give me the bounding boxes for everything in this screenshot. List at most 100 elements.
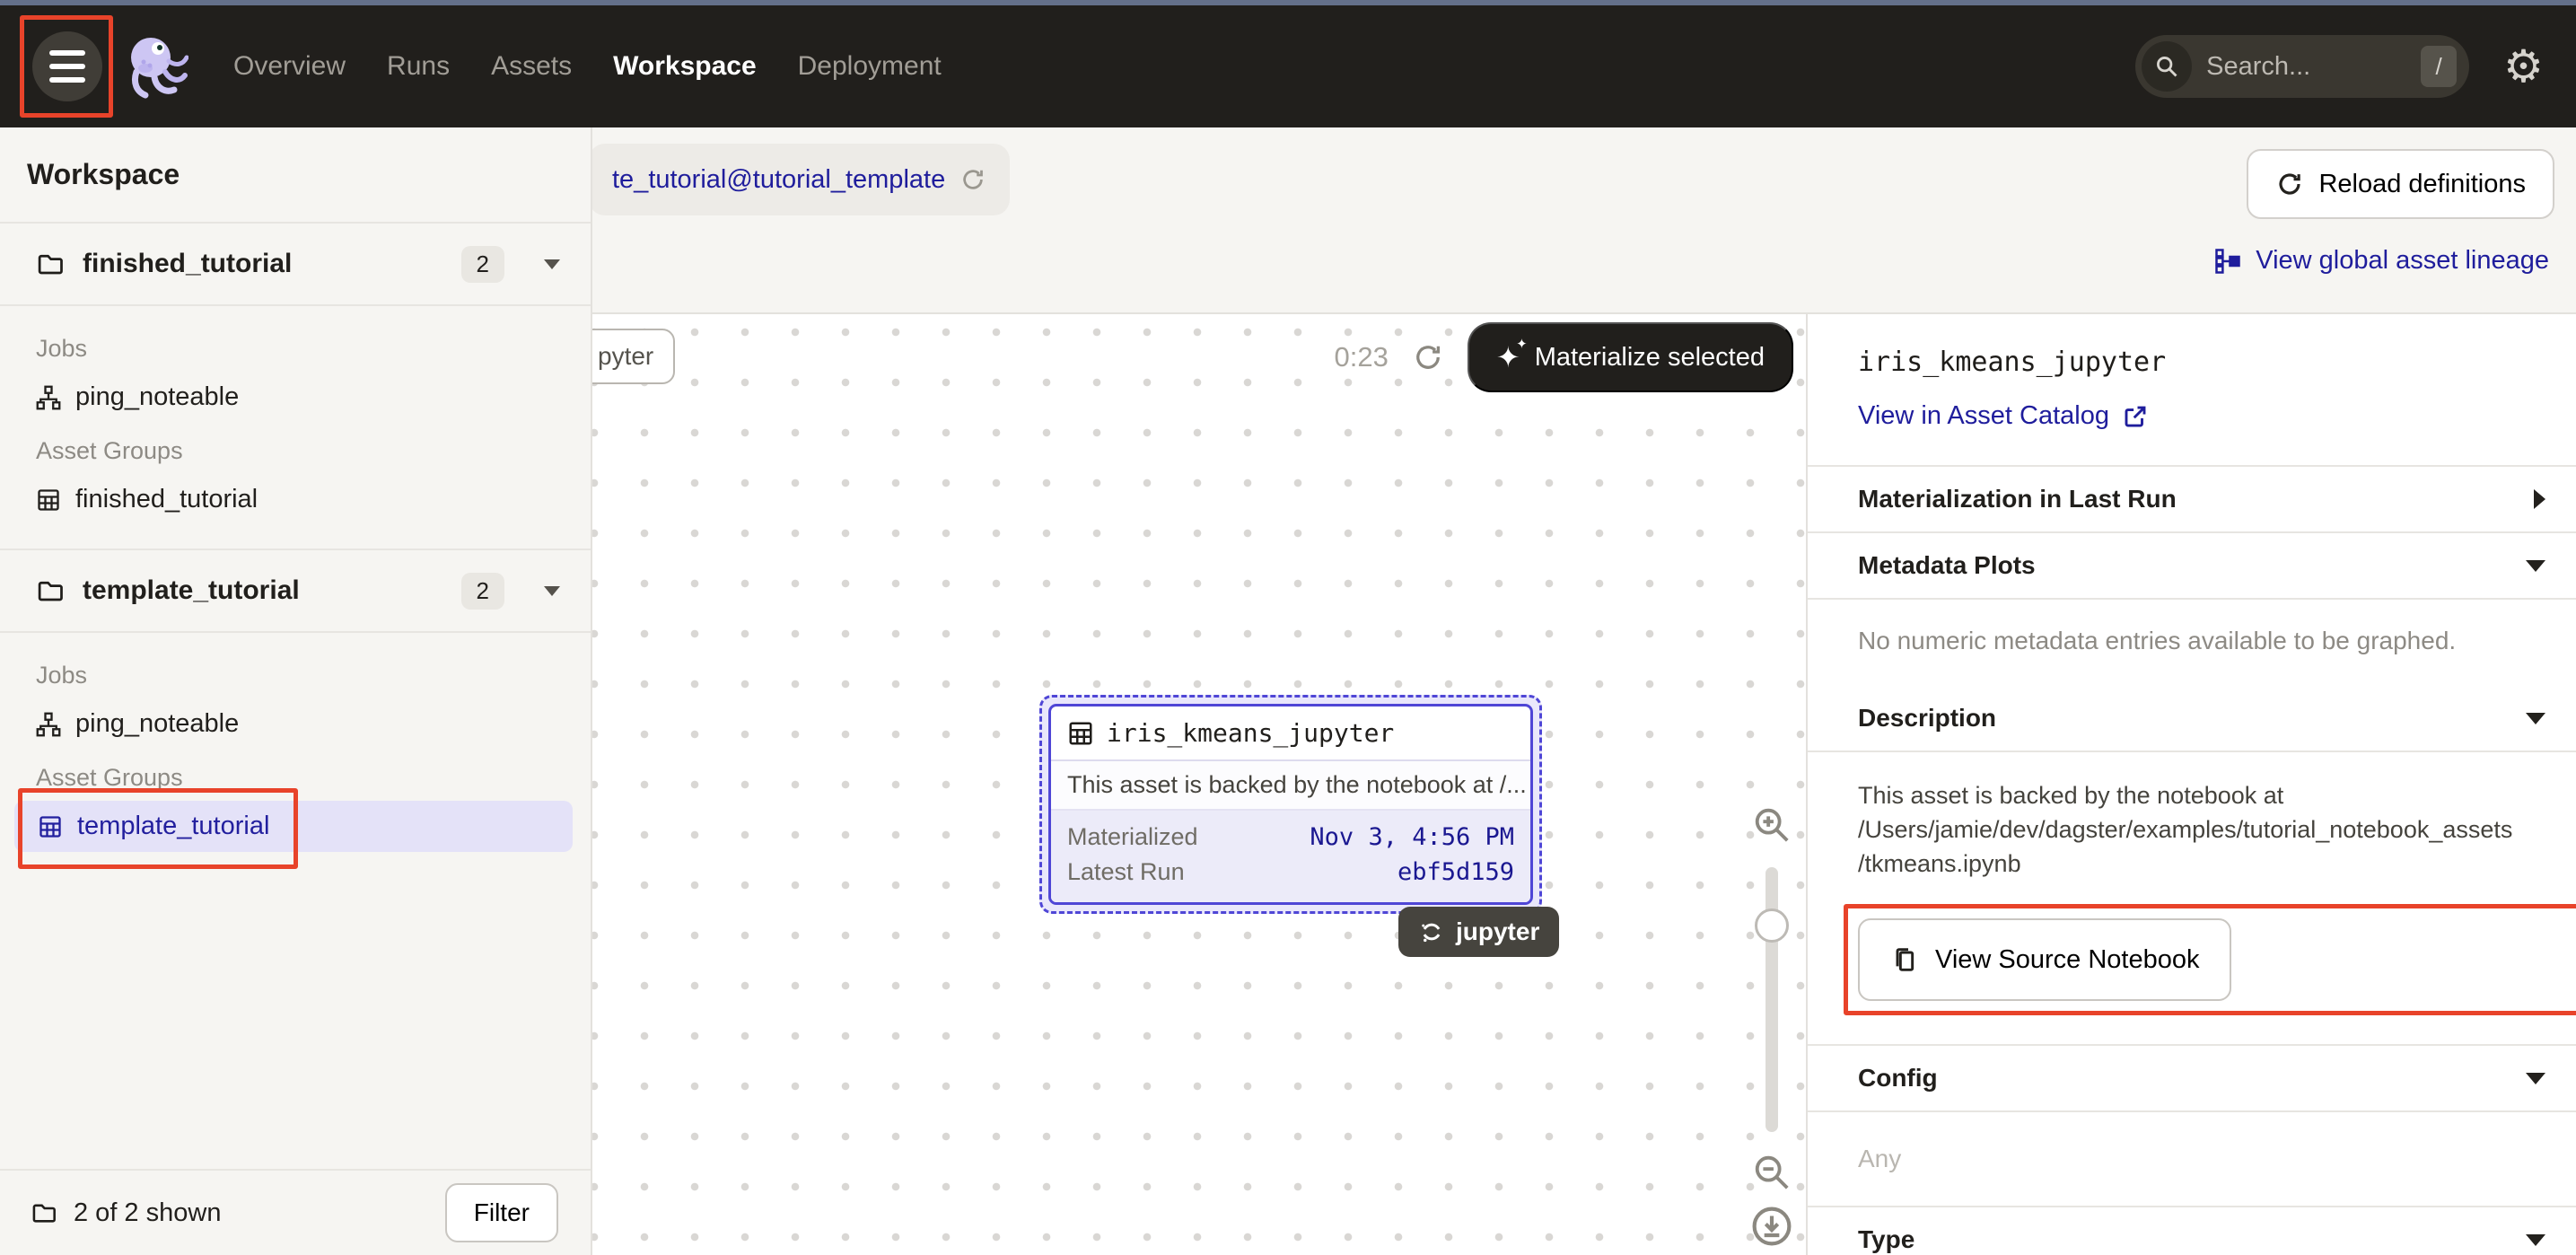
sidebar-title: Workspace <box>0 127 591 224</box>
zoom-slider-knob[interactable] <box>1755 908 1789 943</box>
chevron-down-icon <box>2526 713 2545 724</box>
asset-details-panel: iris_kmeans_jupyter View in Asset Catalo… <box>1806 312 2576 1255</box>
section-type[interactable]: Type <box>1808 1207 2576 1255</box>
folder-icon <box>36 250 65 277</box>
sparkle-icon: ✦✦ <box>1496 343 1520 372</box>
metadata-empty-message: No numeric metadata entries available to… <box>1808 600 2576 686</box>
asset-groups-label: Asset Groups <box>0 764 591 792</box>
job-name: ping_noteable <box>75 709 239 739</box>
global-search[interactable]: / <box>2135 35 2469 98</box>
catalog-link-label: View in Asset Catalog <box>1858 401 2109 431</box>
zoom-controls <box>1747 799 1797 1255</box>
latest-run-label: Latest Run <box>1067 858 1185 886</box>
section-metadata-plots[interactable]: Metadata Plots <box>1808 533 2576 600</box>
asset-node-title: iris_kmeans_jupyter <box>1107 718 1394 748</box>
graph-toolbar: 0:23 ✦✦ Materialize selected <box>1335 321 1793 393</box>
chevron-down-icon[interactable] <box>544 259 560 269</box>
folder-icon <box>36 577 65 604</box>
config-value: Any <box>1808 1112 2576 1207</box>
repo-row-finished-tutorial[interactable]: finished_tutorial 2 <box>0 224 591 306</box>
chevron-down-icon <box>2526 1234 2545 1246</box>
refresh-timer: 0:23 <box>1335 341 1389 373</box>
dagster-app: Overview Runs Assets Workspace Deploymen… <box>0 0 2576 1255</box>
lineage-label: View global asset lineage <box>2256 246 2549 276</box>
materialize-selected-button[interactable]: ✦✦ Materialize selected <box>1468 322 1793 392</box>
workspace-sidebar: Workspace finished_tutorial 2 Jobs ping_… <box>0 127 592 1255</box>
nav-item-assets[interactable]: Assets <box>491 51 572 82</box>
job-icon <box>36 712 61 737</box>
chevron-down-icon <box>2526 1073 2545 1084</box>
reload-icon <box>2275 170 2304 198</box>
download-icon[interactable] <box>1749 1204 1794 1249</box>
latest-run-value[interactable]: ebf5d159 <box>1398 858 1514 886</box>
refresh-icon[interactable] <box>1412 341 1444 373</box>
repo-section-finished: Jobs ping_noteable Asset Groups finished… <box>0 306 591 550</box>
nav-items: Overview Runs Assets Workspace Deploymen… <box>233 51 942 82</box>
main-area: te_tutorial@tutorial_template Reload def… <box>592 127 2576 1255</box>
clipped-filter-chip[interactable]: pyter <box>592 329 675 384</box>
nav-item-deployment[interactable]: Deployment <box>798 51 942 82</box>
section-config[interactable]: Config <box>1808 1044 2576 1112</box>
zoom-in-icon[interactable] <box>1751 804 1792 846</box>
search-input[interactable] <box>2206 52 2421 82</box>
asset-graph-canvas[interactable]: pyter 0:23 ✦✦ Materialize selected <box>592 312 1806 1255</box>
chevron-right-icon <box>2534 489 2545 509</box>
lineage-icon <box>2214 248 2241 275</box>
section-label: Config <box>1858 1064 1938 1093</box>
reload-label: Reload definitions <box>2318 170 2526 199</box>
asset-node-description: This asset is backed by the notebook at … <box>1051 761 1530 811</box>
jupyter-tag-chip[interactable]: jupyter <box>1398 907 1559 957</box>
jobs-label: Jobs <box>0 335 591 363</box>
chevron-down-icon[interactable] <box>544 586 560 596</box>
chevron-down-icon <box>2526 560 2545 572</box>
nav-item-workspace[interactable]: Workspace <box>613 51 757 82</box>
asset-group-name: finished_tutorial <box>75 485 258 514</box>
asset-node-iris-kmeans-jupyter[interactable]: iris_kmeans_jupyter This asset is backed… <box>1039 695 1542 914</box>
notebook-copy-icon <box>1890 945 1919 974</box>
zoom-out-icon[interactable] <box>1751 1152 1792 1193</box>
repo-name: template_tutorial <box>83 575 300 606</box>
repo-row-template-tutorial[interactable]: template_tutorial 2 <box>0 550 591 633</box>
view-in-asset-catalog-link[interactable]: View in Asset Catalog <box>1858 401 2549 431</box>
materialized-label: Materialized <box>1067 823 1198 851</box>
refresh-icon[interactable] <box>959 166 986 193</box>
nav-item-overview[interactable]: Overview <box>233 51 346 82</box>
section-label: Metadata Plots <box>1858 551 2036 580</box>
repo-count-badge: 2 <box>461 246 504 283</box>
dagster-logo-icon[interactable] <box>124 32 188 101</box>
section-materialization-last-run[interactable]: Materialization in Last Run <box>1808 467 2576 533</box>
asset-table-icon <box>1067 720 1094 747</box>
zoom-slider[interactable] <box>1766 867 1778 1132</box>
job-name: ping_noteable <box>75 382 239 412</box>
sidebar-item-job-ping-noteable[interactable]: ping_noteable <box>0 372 591 423</box>
section-description[interactable]: Description <box>1808 686 2576 752</box>
view-global-asset-lineage-link[interactable]: View global asset lineage <box>2214 246 2549 276</box>
breadcrumb[interactable]: te_tutorial@tutorial_template <box>589 144 1010 215</box>
repo-name: finished_tutorial <box>83 249 292 279</box>
sidebar-item-job-ping-noteable[interactable]: ping_noteable <box>0 698 591 750</box>
asset-node-stats: Materialized Nov 3, 4:56 PM Latest Run e… <box>1051 811 1530 902</box>
materialize-label: Materialize selected <box>1535 343 1765 373</box>
search-shortcut-key: / <box>2421 46 2457 87</box>
main-header: te_tutorial@tutorial_template Reload def… <box>592 127 2576 312</box>
reload-definitions-button[interactable]: Reload definitions <box>2247 149 2554 219</box>
sidebar-item-asset-group-finished[interactable]: finished_tutorial <box>0 474 591 525</box>
jupyter-icon <box>1418 918 1445 945</box>
jupyter-tag-label: jupyter <box>1456 917 1539 946</box>
gear-icon[interactable]: ⚙ <box>2503 44 2544 89</box>
sidebar-item-asset-group-template-selected[interactable]: template_tutorial <box>14 801 573 852</box>
filter-button[interactable]: Filter <box>445 1183 558 1242</box>
shown-count: 2 of 2 shown <box>74 1198 221 1228</box>
panel-header: iris_kmeans_jupyter View in Asset Catalo… <box>1808 314 2576 467</box>
materialized-value[interactable]: Nov 3, 4:56 PM <box>1310 823 1514 851</box>
nav-item-runs[interactable]: Runs <box>387 51 450 82</box>
asset-group-name: template_tutorial <box>77 812 269 841</box>
repo-section-template: Jobs ping_noteable Asset Groups template… <box>0 633 591 875</box>
description-text: This asset is backed by the notebook at … <box>1808 752 2576 881</box>
view-source-notebook-button[interactable]: View Source Notebook <box>1858 918 2231 1001</box>
section-label: Description <box>1858 704 1996 733</box>
folder-icon <box>31 1200 57 1225</box>
hamburger-menu-button[interactable] <box>32 31 102 101</box>
sidebar-footer: 2 of 2 shown Filter <box>0 1169 591 1255</box>
section-label: Type <box>1858 1225 1914 1254</box>
